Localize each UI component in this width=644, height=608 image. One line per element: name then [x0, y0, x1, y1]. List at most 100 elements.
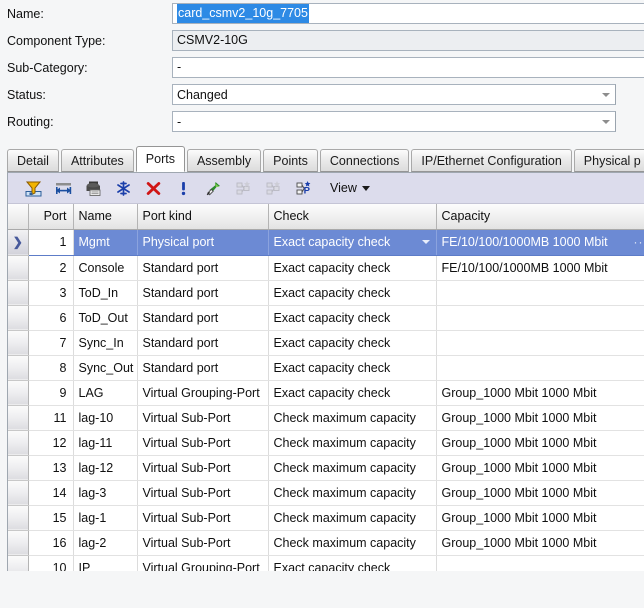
tab-physical-p[interactable]: Physical p: [573, 149, 644, 172]
tab-connections[interactable]: Connections: [319, 149, 410, 172]
cell-port-kind[interactable]: Virtual Sub-Port: [137, 505, 269, 531]
table-row[interactable]: 9 LAG Virtual Grouping-Port Exact capacity …: [8, 380, 644, 406]
fit-columns-icon[interactable]: [48, 176, 78, 201]
cell-port-kind[interactable]: Virtual Grouping-Port: [137, 380, 269, 406]
cell-check[interactable]: Exact capacity check: [268, 380, 437, 406]
column-header-port[interactable]: Port: [28, 204, 74, 230]
table-row[interactable]: 11 lag-10 Virtual Sub-Port Check maximum ca…: [8, 405, 644, 431]
cell-check[interactable]: Check maximum capacity: [268, 480, 437, 506]
print-icon[interactable]: [78, 176, 108, 201]
row-selector[interactable]: [8, 280, 29, 306]
chevron-down-icon[interactable]: [421, 240, 430, 244]
pin-icon[interactable]: [198, 176, 228, 201]
row-selector[interactable]: [8, 255, 29, 281]
cell-port-kind[interactable]: Standard port: [137, 355, 269, 381]
cell-check[interactable]: Check maximum capacity: [268, 505, 437, 531]
table-row[interactable]: 12 lag-11 Virtual Sub-Port Check maximum ca…: [8, 430, 644, 456]
cell-port-kind[interactable]: Physical port: [137, 229, 269, 256]
column-header-port-kind[interactable]: Port kind: [137, 204, 269, 230]
tab-points[interactable]: Points: [263, 149, 318, 172]
row-selector[interactable]: [8, 380, 29, 406]
cell-check[interactable]: Exact capacity check: [268, 355, 437, 381]
tab-ports[interactable]: Ports: [135, 146, 185, 172]
cell-name[interactable]: lag-10: [73, 405, 138, 431]
cell-port[interactable]: 1: [28, 229, 74, 256]
cell-port-kind[interactable]: Virtual Sub-Port: [137, 455, 269, 481]
cell-capacity[interactable]: Group_1000 Mbit 1000 Mbit: [436, 380, 644, 406]
view-menu-button[interactable]: View: [322, 179, 376, 197]
cell-name[interactable]: lag-11: [73, 430, 138, 456]
cell-port[interactable]: 15: [28, 505, 74, 531]
cell-port[interactable]: 2: [28, 255, 74, 281]
cell-capacity[interactable]: [436, 355, 644, 381]
cell-port[interactable]: 8: [28, 355, 74, 381]
cell-capacity[interactable]: Group_1000 Mbit 1000 Mbit: [436, 455, 644, 481]
table-row[interactable]: 16 lag-2 Virtual Sub-Port Check maximum cap…: [8, 530, 644, 556]
cell-name[interactable]: lag-1: [73, 505, 138, 531]
tab-assembly[interactable]: Assembly: [186, 149, 262, 172]
cell-capacity[interactable]: Group_1000 Mbit 1000 Mbit: [436, 505, 644, 531]
row-selector[interactable]: [8, 355, 29, 381]
row-selector[interactable]: [8, 455, 29, 481]
cell-name[interactable]: LAG: [73, 380, 138, 406]
delete-icon[interactable]: [138, 176, 168, 201]
status-dropdown[interactable]: Changed: [172, 84, 616, 105]
row-selector[interactable]: [8, 305, 29, 331]
row-selector[interactable]: ❯: [8, 229, 29, 256]
table-row[interactable]: 8 Sync_Out Standard port Exact capacity che…: [8, 355, 644, 381]
cell-name[interactable]: Console: [73, 255, 138, 281]
exclamation-icon[interactable]: [168, 176, 198, 201]
cell-port-kind[interactable]: Virtual Sub-Port: [137, 530, 269, 556]
cell-port[interactable]: 6: [28, 305, 74, 331]
cell-port[interactable]: 14: [28, 480, 74, 506]
cell-check[interactable]: Check maximum capacity: [268, 405, 437, 431]
sub-category-input[interactable]: -: [172, 57, 644, 78]
cell-name[interactable]: lag-3: [73, 480, 138, 506]
table-row[interactable]: 15 lag-1 Virtual Sub-Port Check maximum cap…: [8, 505, 644, 531]
row-selector[interactable]: [8, 480, 29, 506]
row-selector[interactable]: [8, 405, 29, 431]
table-row[interactable]: 2 Console Standard port Exact capacity chec…: [8, 255, 644, 281]
table-row[interactable]: 14 lag-3 Virtual Sub-Port Check maximum cap…: [8, 480, 644, 506]
cell-capacity[interactable]: [436, 280, 644, 306]
cell-capacity[interactable]: FE/10/100/1000MB 1000 Mbit···: [436, 229, 644, 256]
cell-port[interactable]: 13: [28, 455, 74, 481]
cell-name[interactable]: Mgmt: [73, 229, 138, 256]
cell-port-kind[interactable]: Standard port: [137, 330, 269, 356]
cell-check[interactable]: Exact capacity check: [268, 305, 437, 331]
cell-port[interactable]: 7: [28, 330, 74, 356]
cell-check[interactable]: Check maximum capacity: [268, 530, 437, 556]
cell-port-kind[interactable]: Standard port: [137, 255, 269, 281]
cell-port-kind[interactable]: Virtual Grouping-Port: [137, 555, 269, 571]
row-selector[interactable]: [8, 505, 29, 531]
cell-name[interactable]: IP: [73, 555, 138, 571]
cell-check[interactable]: Exact capacity check: [268, 229, 437, 256]
cell-capacity[interactable]: FE/10/100/1000MB 1000 Mbit: [436, 255, 644, 281]
cell-capacity[interactable]: [436, 555, 644, 571]
cell-name[interactable]: Sync_Out: [73, 355, 138, 381]
table-row[interactable]: 7 Sync_In Standard port Exact capacity chec…: [8, 330, 644, 356]
cell-name[interactable]: ToD_Out: [73, 305, 138, 331]
row-selector[interactable]: [8, 555, 29, 571]
column-header-check[interactable]: Check: [268, 204, 437, 230]
tab-attributes[interactable]: Attributes: [60, 149, 134, 172]
cell-check[interactable]: Exact capacity check: [268, 280, 437, 306]
row-selector[interactable]: [8, 330, 29, 356]
table-row[interactable]: 6 ToD_Out Standard port Exact capacity chec…: [8, 305, 644, 331]
cell-port-kind[interactable]: Standard port: [137, 305, 269, 331]
tab-detail[interactable]: Detail: [7, 149, 59, 172]
cell-port-kind[interactable]: Virtual Sub-Port: [137, 480, 269, 506]
routing-dropdown[interactable]: -: [172, 111, 616, 132]
cell-capacity[interactable]: Group_1000 Mbit 1000 Mbit: [436, 480, 644, 506]
row-selector[interactable]: [8, 430, 29, 456]
table-row[interactable]: 10 IP Virtual Grouping-Port Exact capacity …: [8, 555, 644, 571]
row-selector[interactable]: [8, 530, 29, 556]
cell-capacity[interactable]: Group_1000 Mbit 1000 Mbit: [436, 405, 644, 431]
cell-port-kind[interactable]: Virtual Sub-Port: [137, 430, 269, 456]
cell-check[interactable]: Check maximum capacity: [268, 455, 437, 481]
table-row[interactable]: 3 ToD_In Standard port Exact capacity check: [8, 280, 644, 306]
cell-port[interactable]: 10: [28, 555, 74, 571]
column-header-capacity[interactable]: Capacity: [436, 204, 644, 230]
table-row[interactable]: ❯ 1 Mgmt Physical port Exact capacity check F…: [8, 229, 644, 256]
cell-check[interactable]: Exact capacity check: [268, 555, 437, 571]
